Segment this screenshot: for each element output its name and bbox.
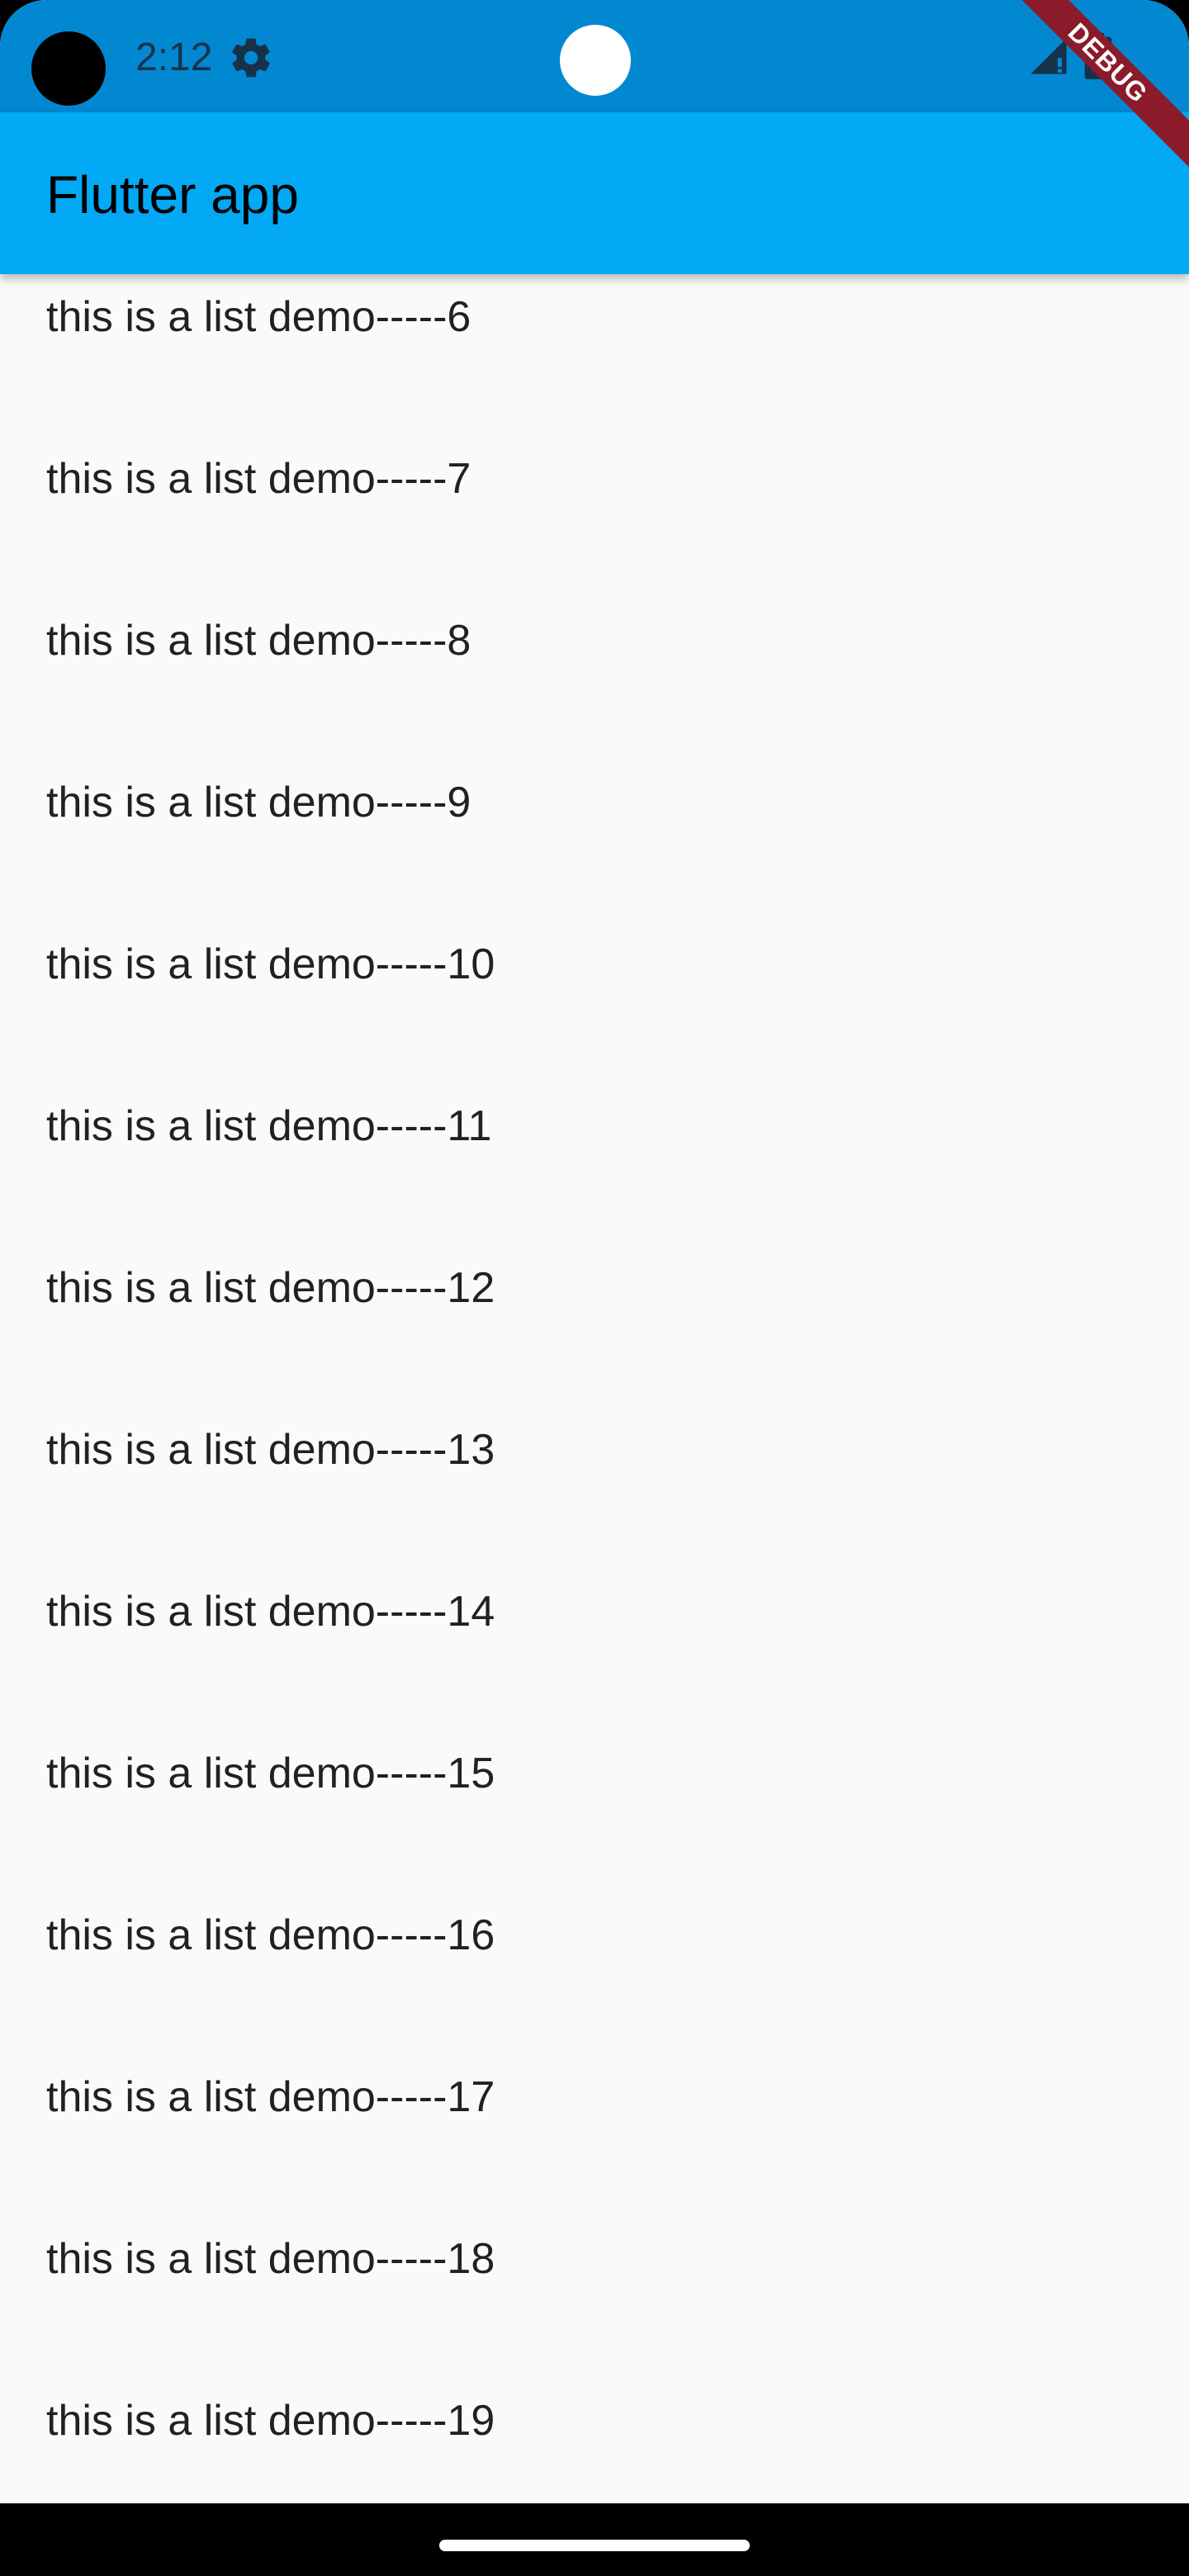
system-navigation-bar [0, 2503, 1189, 2576]
list-item-label: this is a list demo-----11 [46, 1102, 492, 1150]
list-item-label: this is a list demo-----13 [46, 1426, 495, 1474]
list-item-label: this is a list demo-----17 [46, 2073, 495, 2121]
list-item[interactable]: this is a list demo-----9 [0, 760, 1189, 921]
list-item-label: this is a list demo-----9 [46, 779, 471, 826]
status-bar: 2:12 [0, 0, 1189, 112]
list-item-label: this is a list demo-----8 [46, 617, 471, 665]
list-item[interactable]: this is a list demo-----16 [0, 1892, 1189, 2054]
list-item[interactable]: this is a list demo-----14 [0, 1569, 1189, 1731]
list-item[interactable]: this is a list demo-----17 [0, 2054, 1189, 2216]
list-item[interactable]: this is a list demo-----6 [0, 274, 1189, 436]
list-item[interactable]: this is a list demo-----10 [0, 921, 1189, 1083]
list-item-label: this is a list demo-----6 [46, 293, 471, 341]
list-item-label: this is a list demo-----10 [46, 940, 495, 988]
list-item[interactable]: this is a list demo-----8 [0, 598, 1189, 760]
list-item-label: this is a list demo-----19 [46, 2397, 495, 2445]
list-item[interactable]: this is a list demo-----18 [0, 2216, 1189, 2378]
list-item-label: this is a list demo-----15 [46, 1750, 495, 1797]
list-item-label: this is a list demo-----14 [46, 1588, 495, 1636]
list-item[interactable]: this is a list demo-----11 [0, 1083, 1189, 1245]
settings-gear-icon [232, 38, 270, 78]
status-time: 2:12 [135, 36, 213, 79]
notification-dot [560, 25, 631, 96]
front-camera-cutout [31, 31, 106, 106]
phone-screen: 2:12 Flutter app this is a list demo----… [0, 0, 1189, 2576]
list-item[interactable]: this is a list demo-----7 [0, 436, 1189, 598]
app-bar: Flutter app [0, 112, 1189, 274]
list-item[interactable]: this is a list demo-----12 [0, 1245, 1189, 1407]
list-item-label: this is a list demo-----18 [46, 2235, 495, 2283]
app-title: Flutter app [46, 165, 299, 225]
list-item-label: this is a list demo-----7 [46, 455, 471, 503]
home-gesture-handle[interactable] [439, 2540, 750, 2551]
list-item[interactable]: this is a list demo-----19 [0, 2378, 1189, 2503]
list-item[interactable]: this is a list demo-----13 [0, 1407, 1189, 1569]
list-item[interactable]: this is a list demo-----15 [0, 1731, 1189, 1892]
list-item-label: this is a list demo-----16 [46, 1911, 495, 1959]
demo-list[interactable]: this is a list demo-----6 this is a list… [0, 274, 1189, 2503]
list-item-label: this is a list demo-----12 [46, 1264, 495, 1312]
